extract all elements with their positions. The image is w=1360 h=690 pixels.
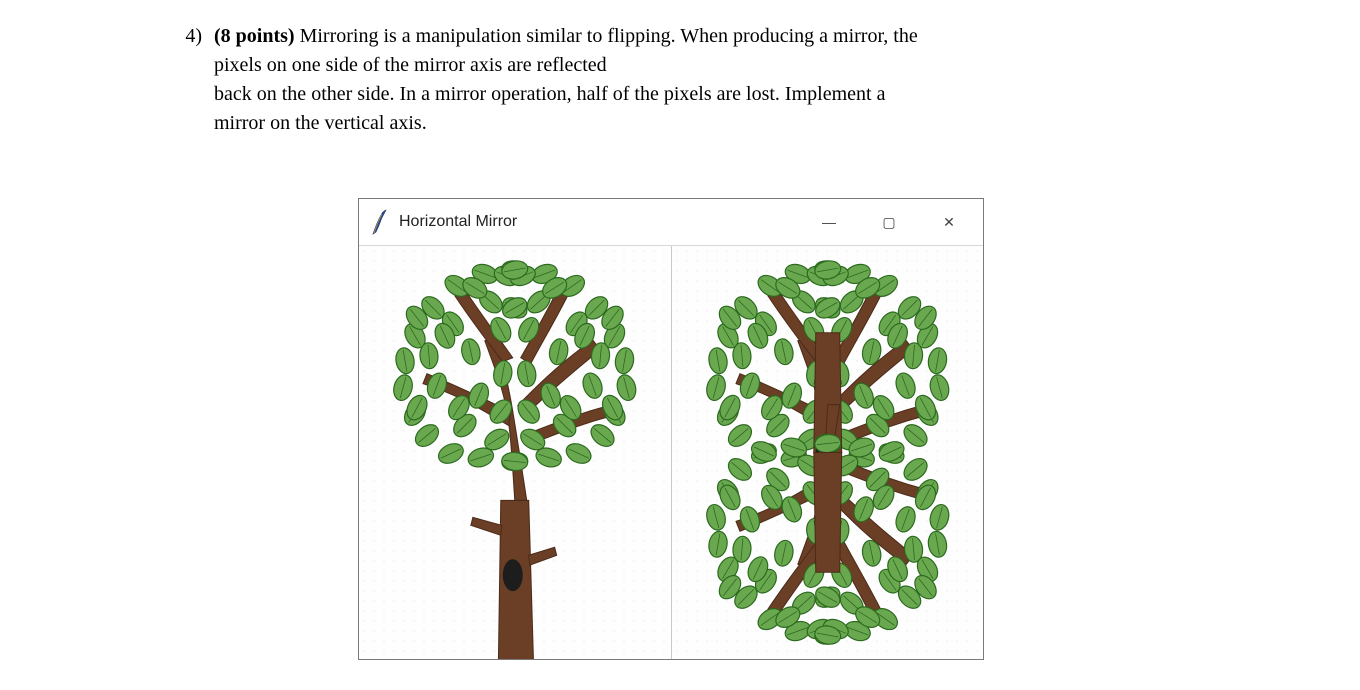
question-line2: pixels on one side of the mirror axis ar… xyxy=(214,54,607,76)
minimize-icon: — xyxy=(822,215,836,229)
python-feather-icon xyxy=(369,208,389,236)
question-text: (8 points) Mirroring is a manipulation s… xyxy=(214,22,1060,138)
question-block: 4) (8 points) Mirroring is a manipulatio… xyxy=(160,22,1060,138)
question-line1: Mirroring is a manipulation similar to f… xyxy=(295,25,918,47)
window-title: Horizontal Mirror xyxy=(399,213,517,231)
client-area xyxy=(359,246,983,659)
title-bar: Horizontal Mirror — ▢ ✕ xyxy=(359,199,983,246)
page: 4) (8 points) Mirroring is a manipulatio… xyxy=(0,0,1360,690)
question-number: 4) xyxy=(160,22,214,51)
close-icon: ✕ xyxy=(943,215,955,229)
left-image-pane xyxy=(359,246,671,659)
question-line3: back on the other side. In a mirror oper… xyxy=(214,83,885,105)
maximize-icon: ▢ xyxy=(882,215,895,229)
points-label: (8 points) xyxy=(214,25,295,47)
question-line4: mirror on the vertical axis. xyxy=(214,112,427,134)
app-window: Horizontal Mirror — ▢ ✕ xyxy=(358,198,984,660)
minimize-button[interactable]: — xyxy=(799,199,859,245)
maximize-button[interactable]: ▢ xyxy=(859,199,919,245)
right-image-pane xyxy=(672,246,984,659)
close-button[interactable]: ✕ xyxy=(919,199,979,245)
